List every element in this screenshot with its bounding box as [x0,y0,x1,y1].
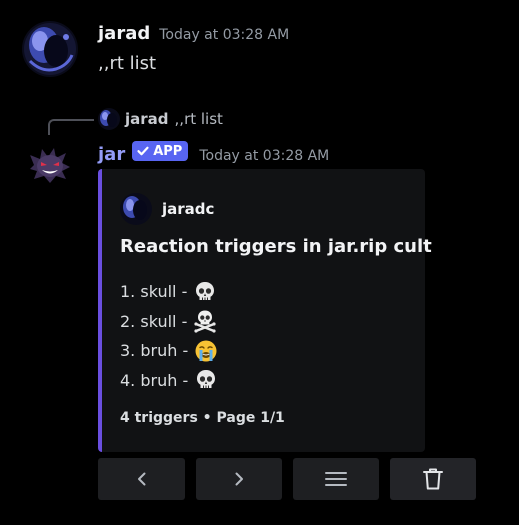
message-timestamp: Today at 03:28 AM [159,27,290,43]
previous-page-button[interactable] [98,458,185,500]
message-author[interactable]: jarad [98,23,150,44]
loudly-crying-face-emoji-icon [195,340,217,362]
reply-text: ,,rt list [174,110,223,128]
embed-title: Reaction triggers in jar.rip cult [120,236,432,257]
app-badge: APP [132,141,189,161]
list-item-text: 2. skull - [120,311,188,331]
reply-reference[interactable]: jarad ,,rt list [98,108,223,130]
menu-button[interactable] [293,458,379,500]
list-item: 3. bruh - [120,336,218,366]
trash-icon [423,468,443,490]
bot-avatar[interactable] [28,143,72,187]
bot-message-header: jar APP Today at 03:28 AM [98,141,330,165]
list-item-text: 1. skull - [120,282,188,302]
embed-author-avatar [120,193,152,225]
trigger-list: 1. skull - 2. skull - 3. bruh - 4. bruh … [120,277,218,395]
chevron-left-icon [137,472,145,486]
message-text: ,,rt list [98,53,157,74]
list-item-text: 4. bruh - [120,370,189,390]
message-header: jarad Today at 03:28 AM [98,23,289,44]
skull-emoji-icon [197,370,216,389]
verified-check-icon [137,146,149,156]
list-item: 4. bruh - [120,366,218,396]
embed-author: jaradc [120,193,214,225]
list-item: 1. skull - [120,277,218,307]
skull-emoji-icon [196,281,215,300]
list-item: 2. skull - [120,307,218,337]
list-item-text: 3. bruh - [120,341,189,361]
delete-button[interactable] [390,458,476,500]
user-avatar[interactable] [22,21,78,77]
embed-author-name: jaradc [162,200,215,218]
skull-and-crossbones-emoji-icon [194,310,216,333]
discord-chat: jarad Today at 03:28 AM ,,rt list jarad … [0,0,519,525]
reply-spine [48,119,94,135]
chevron-right-icon [235,472,243,486]
hamburger-menu-icon [325,472,347,486]
reply-avatar [98,108,120,130]
bot-message-timestamp: Today at 03:28 AM [199,148,330,164]
next-page-button[interactable] [196,458,282,500]
bot-author[interactable]: jar [98,144,125,165]
embed: jaradc Reaction triggers in jar.rip cult… [98,169,432,452]
app-badge-label: APP [153,143,183,159]
embed-footer: 4 triggers • Page 1/1 [120,410,285,426]
reply-author[interactable]: jarad [125,110,169,128]
